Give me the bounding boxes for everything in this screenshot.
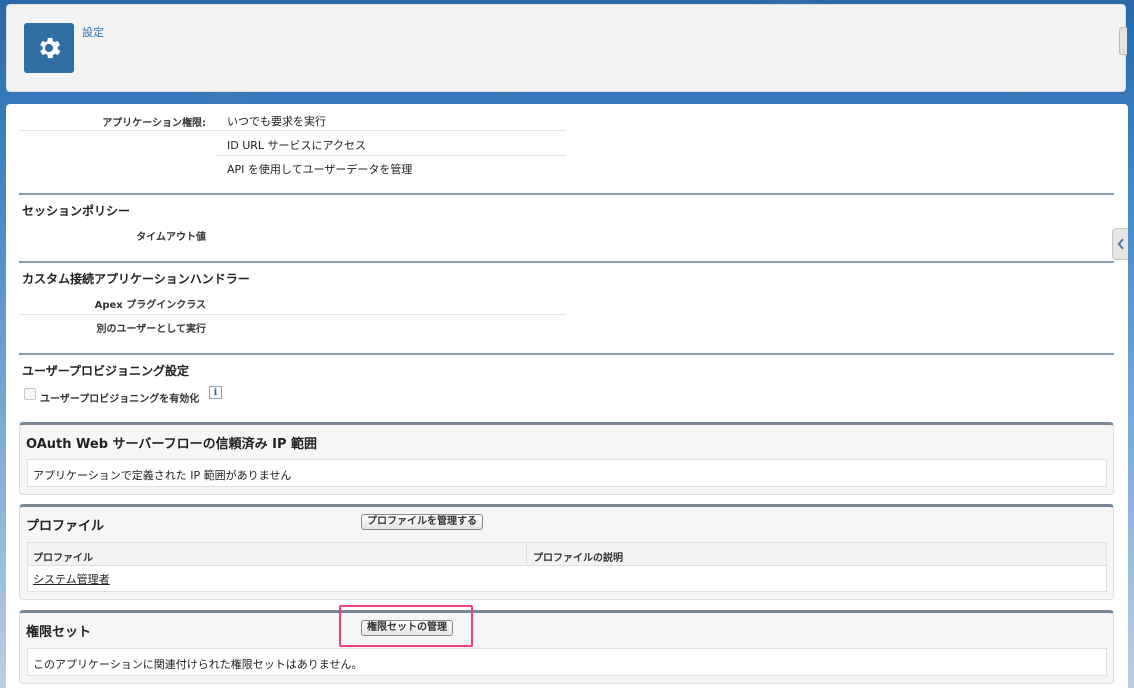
row-divider (19, 130, 216, 131)
permission-sets-panel: 権限セット 権限セットの管理 このアプリケーションに関連付けられた権限セットはあ… (19, 610, 1114, 684)
setup-icon (24, 23, 74, 73)
sidebar-toggle[interactable] (1112, 228, 1128, 260)
row-divider (216, 130, 566, 131)
apex-plugin-label: Apex プラグインクラス (94, 300, 206, 311)
page-title[interactable]: 設定 (82, 24, 104, 40)
run-as-label: 別のユーザーとして実行 (96, 324, 207, 335)
oauth-ip-title: OAuth Web サーバーフローの信頼済み IP 範囲 (26, 437, 318, 452)
header-scroll-handle[interactable] (1119, 27, 1127, 55)
oauth-ip-empty-message: アプリケーションで定義された IP 範囲がありません (33, 469, 292, 482)
oauth-ip-empty-box: アプリケーションで定義された IP 範囲がありません (27, 459, 1107, 487)
info-icon[interactable]: i (209, 386, 222, 399)
profiles-title: プロファイル (26, 519, 105, 534)
row-divider (19, 314, 566, 315)
table-row: システム管理者 (27, 566, 1107, 592)
profile-link-system-admin[interactable]: システム管理者 (33, 571, 110, 587)
highlight-box (339, 605, 473, 647)
app-permission-value-1: いつでも要求を実行 (227, 115, 326, 128)
manage-profiles-button[interactable]: プロファイルを管理する (361, 514, 483, 530)
profiles-table-header: プロファイル プロファイルの説明 (27, 542, 1107, 566)
session-policy-title: セッションポリシー (22, 204, 131, 218)
app-permission-value-2: ID URL サービスにアクセス (227, 139, 366, 152)
gear-icon (40, 37, 61, 59)
detail-content: アプリケーション権限: いつでも要求を実行 ID URL サービスにアクセス A… (6, 104, 1128, 688)
column-divider (526, 543, 527, 565)
enable-provisioning-checkbox[interactable] (24, 388, 36, 400)
permission-sets-title: 権限セット (26, 625, 92, 640)
column-header-profile-description[interactable]: プロファイルの説明 (533, 549, 623, 564)
custom-handler-title: カスタム接続アプリケーションハンドラー (22, 272, 250, 286)
permission-sets-empty-message: このアプリケーションに関連付けられた権限セットはありません。 (33, 658, 363, 671)
page-header: 設定 (6, 4, 1127, 92)
column-header-profile[interactable]: プロファイル (33, 549, 93, 564)
app-permissions-label: アプリケーション権限: (102, 118, 206, 129)
user-provisioning-title: ユーザープロビジョニング設定 (22, 364, 190, 378)
chevron-left-icon (1117, 238, 1124, 250)
oauth-ip-panel: OAuth Web サーバーフローの信頼済み IP 範囲 アプリケーションで定義… (19, 422, 1114, 495)
row-divider (216, 155, 566, 156)
profiles-panel: プロファイル プロファイルを管理する プロファイル プロファイルの説明 システム… (19, 504, 1114, 600)
timeout-label: タイムアウト値 (136, 232, 206, 243)
permission-sets-empty-box: このアプリケーションに関連付けられた権限セットはありません。 (27, 648, 1107, 676)
enable-provisioning-label: ユーザープロビジョニングを有効化 (40, 394, 200, 405)
app-permission-value-3: API を使用してユーザーデータを管理 (227, 163, 413, 176)
section-rule (19, 261, 1114, 263)
section-rule (19, 353, 1114, 355)
section-rule (19, 193, 1114, 195)
